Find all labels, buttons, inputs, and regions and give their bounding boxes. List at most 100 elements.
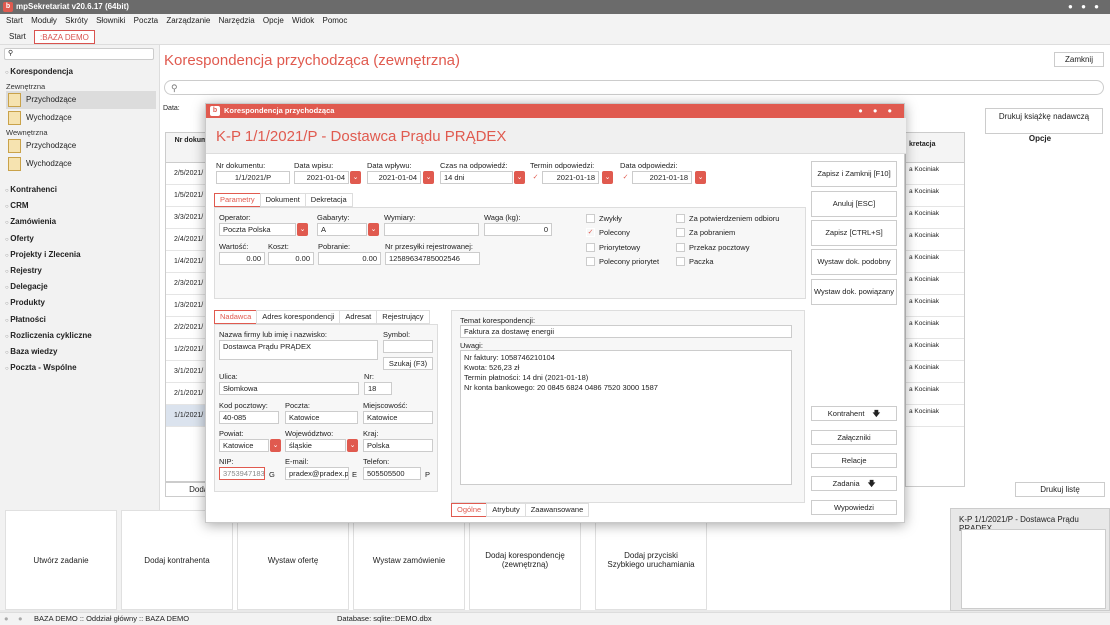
chevron-down-icon[interactable]: ⌄ [297,223,308,236]
sidebar-section-projekty[interactable]: Projekty i Zlecenia [5,250,80,259]
table-row[interactable]: a Kociniak [906,361,964,383]
menu-slowniki[interactable]: Słowniki [96,16,125,25]
issue-related-button[interactable]: Wystaw dok. powiązany [811,279,897,305]
menu-narzedzia[interactable]: Narzędzia [219,16,255,25]
chevron-down-icon[interactable]: ⌄ [368,223,379,236]
tab-ogolne[interactable]: Ogólne [451,503,488,517]
window-preview[interactable]: K-P 1/1/2021/P - Dostawca Prądu PRĄDEX [950,508,1110,611]
termin-checkbox[interactable]: ✓ [531,173,540,182]
operator-select[interactable]: Poczta Polska [219,223,296,236]
save-button[interactable]: Zapisz [CTRL+S] [811,220,897,246]
kraj-field[interactable]: Polska [363,439,433,452]
issue-similar-button[interactable]: Wystaw dok. podobny [811,249,897,275]
close-button[interactable]: Zamknij [1054,52,1104,67]
nr-field[interactable]: 18 [364,382,392,395]
tab-nadawca[interactable]: Nadawca [214,310,258,324]
nr-przesylki-field[interactable]: 12589634785002546 [385,252,480,265]
sidebar-item-wew-przychodzace[interactable]: Przychodzące [6,137,156,155]
search-f3-button[interactable]: Szukaj (F3) [383,357,433,370]
chevron-down-icon[interactable]: ⌄ [350,171,361,184]
sidebar-section-korespondencja[interactable]: Korespondencja [5,67,73,76]
sidebar-section-rejestry[interactable]: Rejestry [5,266,42,275]
chevron-down-icon[interactable]: ⌄ [695,171,706,184]
ulica-field[interactable]: Słomkowa [219,382,359,395]
tab-adresat[interactable]: Adresat [339,310,378,324]
wymiary-field[interactable] [384,223,479,236]
przekaz-checkbox[interactable] [676,243,685,252]
czas-select[interactable]: 14 dni [440,171,513,184]
sidebar-section-baza-wiedzy[interactable]: Baza wiedzy [5,347,57,356]
sidebar-item-zew-wychodzace[interactable]: Wychodzące [6,109,156,127]
tab-parametry[interactable]: Parametry [214,193,261,207]
table-row[interactable]: a Kociniak [906,383,964,405]
sidebar-section-platnosci[interactable]: Płatności [5,315,46,324]
koszt-field[interactable]: 0.00 [268,252,314,265]
dialog-window-controls[interactable]: ● ● ● [858,104,896,118]
powiat-select[interactable]: Katowice [219,439,269,452]
menu-widok[interactable]: Widok [292,16,314,25]
woj-select[interactable]: śląskie [285,439,346,452]
sidebar-search-input[interactable]: ⚲ [4,48,154,60]
email-field[interactable]: pradex@pradex.p [285,467,349,480]
tab-adres[interactable]: Adres korespondencji [256,310,341,324]
sidebar-section-poczta-wspolne[interactable]: Poczta - Wspólne [5,363,76,372]
table-row[interactable]: a Kociniak [906,295,964,317]
tasks-button[interactable]: Zadania 🡇 [811,476,897,491]
table-row[interactable]: a Kociniak [906,207,964,229]
email-send-button[interactable]: E [352,470,357,479]
print-list-button[interactable]: Drukuj listę [1015,482,1105,497]
sidebar-section-crm[interactable]: CRM [5,201,28,210]
termin-field[interactable]: 2021-01-18 [542,171,599,184]
chevron-down-icon[interactable]: ⌄ [347,439,358,452]
menu-skroty[interactable]: Skróty [65,16,88,25]
symbol-field[interactable] [383,340,433,353]
quick-add-contractor[interactable]: Dodaj kontrahenta [121,510,233,610]
chevron-down-icon[interactable]: ⌄ [423,171,434,184]
sidebar-section-zamowienia[interactable]: Zamówienia [5,217,56,226]
tab-atrybuty[interactable]: Atrybuty [486,503,526,517]
tab-rejestrujacy[interactable]: Rejestrujący [376,310,430,324]
sidebar-item-zew-przychodzace[interactable]: Przychodzące [6,91,156,109]
print-book-button[interactable]: Drukuj książkę nadawczą [985,108,1103,134]
table-row[interactable]: a Kociniak [906,251,964,273]
data-odp-field[interactable]: 2021-01-18 [632,171,692,184]
menu-zarzadzanie[interactable]: Zarządzanie [166,16,210,25]
gabaryty-select[interactable]: A [317,223,367,236]
firma-field[interactable]: Dostawca Prądu PRĄDEX [219,340,378,360]
kod-field[interactable]: 40-085 [219,411,279,424]
save-close-button[interactable]: Zapisz i Zamknij [F10] [811,161,897,187]
window-controls[interactable]: ● ● ● [1068,0,1102,14]
quick-add-correspondence[interactable]: Dodaj korespondencję (zewnętrzną) [469,510,581,610]
potwierdzenie-checkbox[interactable] [676,214,685,223]
tab-baza-demo[interactable]: :BAZA DEMO [34,30,95,44]
telefon-call-button[interactable]: P [425,470,430,479]
data-odp-checkbox[interactable]: ✓ [621,173,630,182]
contractor-button[interactable]: Kontrahent 🡇 [811,406,897,421]
waga-field[interactable]: 0 [484,223,552,236]
sidebar-section-produkty[interactable]: Produkty [5,298,45,307]
sidebar-section-rozliczenia[interactable]: Rozliczenia cykliczne [5,331,91,340]
nr-dok-field[interactable]: 1/1/2021/P [216,171,290,184]
priorytetowy-checkbox[interactable] [586,243,595,252]
tab-start[interactable]: Start [4,30,31,44]
sidebar-section-kontrahenci[interactable]: Kontrahenci [5,185,57,194]
uwagi-textarea[interactable]: Nr faktury: 1058746210104 Kwota: 526,23 … [460,350,792,485]
table-row[interactable]: a Kociniak [906,339,964,361]
main-search-input[interactable]: ⚲ [164,80,1104,95]
pobraniem-checkbox[interactable] [676,228,685,237]
menu-moduly[interactable]: Moduły [31,16,57,25]
sidebar-item-wew-wychodzace[interactable]: Wychodzące [6,155,156,173]
nip-field[interactable]: 3753947183 [219,467,265,480]
table-row[interactable]: a Kociniak [906,405,964,427]
quick-add-buttons[interactable]: Dodaj przyciski Szybkiego uruchamiania [595,510,707,610]
temat-field[interactable]: Faktura za dostawę energii [460,325,792,338]
menu-poczta[interactable]: Poczta [134,16,158,25]
chevron-down-icon[interactable]: ⌄ [514,171,525,184]
table-row[interactable]: a Kociniak [906,273,964,295]
quick-issue-offer[interactable]: Wystaw ofertę [237,510,349,610]
quick-issue-order[interactable]: Wystaw zamówienie [353,510,465,610]
table-header[interactable]: kretacja [906,133,964,163]
tab-dekretacja[interactable]: Dekretacja [304,193,353,207]
data-wpisu-field[interactable]: 2021-01-04 [294,171,349,184]
chevron-down-icon[interactable]: ⌄ [602,171,613,184]
